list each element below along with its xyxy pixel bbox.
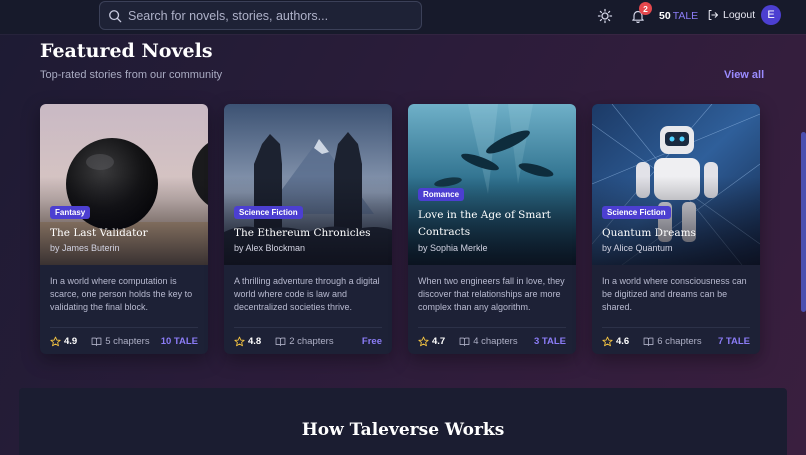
top-navigation-bar: 2 50TALE Logout E — [0, 0, 806, 34]
novel-chapters: 5 chapters — [91, 335, 150, 347]
novel-title: The Ethereum Chronicles — [234, 227, 371, 239]
rating-value: 4.6 — [616, 335, 630, 347]
star-icon — [50, 336, 61, 346]
novel-meta: 4.9 5 chapters 10 TALE — [50, 334, 198, 348]
logout-button[interactable]: Logout — [707, 9, 755, 21]
novel-price: 10 TALE — [160, 335, 198, 347]
novel-price: 3 TALE — [533, 335, 566, 347]
balance-unit: TALE — [672, 10, 699, 22]
card-divider — [50, 327, 198, 328]
novel-card[interactable]: Romance Love in the Age of Smart Contrac… — [408, 104, 576, 354]
notification-badge: 2 — [639, 2, 652, 15]
sun-icon[interactable] — [597, 8, 613, 24]
novel-description: In a world where computation is scarce, … — [50, 276, 193, 312]
chapters-count: 5 chapters — [105, 335, 150, 347]
how-it-works-section: How Taleverse Works — [19, 388, 787, 455]
novel-rating: 4.8 — [234, 336, 261, 347]
genre-badge: Science Fiction — [234, 206, 303, 219]
search-input[interactable] — [128, 8, 408, 23]
novel-meta: 4.8 2 chapters Free — [234, 334, 382, 348]
avatar[interactable]: E — [761, 5, 781, 25]
logout-label: Logout — [723, 9, 756, 21]
novel-title: Love in the Age of Smart Contracts — [418, 209, 551, 238]
star-icon — [602, 336, 613, 346]
card-divider — [234, 327, 382, 328]
book-icon — [459, 337, 470, 346]
tale-balance: 50 TALE — [659, 10, 698, 22]
star-icon — [418, 336, 429, 346]
rating-value: 4.9 — [64, 335, 78, 347]
chapters-count: 6 chapters — [657, 335, 702, 347]
novel-author: by James Buterin — [50, 243, 120, 253]
genre-badge: Romance — [418, 188, 465, 201]
novel-chapters: 2 chapters — [275, 335, 334, 347]
book-icon — [91, 337, 102, 346]
chapters-count: 4 chapters — [473, 335, 518, 347]
novel-chapters: 6 chapters — [643, 335, 702, 347]
novel-description: A thrilling adventure through a digital … — [234, 276, 380, 312]
chapters-count: 2 chapters — [289, 335, 334, 347]
novel-author: by Sophia Merkle — [418, 243, 488, 253]
novel-card[interactable]: Science Fiction Quantum Dreams by Alice … — [592, 104, 760, 354]
how-it-works-title: How Taleverse Works — [301, 420, 505, 440]
rating-value: 4.8 — [248, 335, 262, 347]
search-box[interactable] — [99, 1, 422, 30]
genre-badge: Science Fiction — [602, 206, 671, 219]
novel-meta: 4.6 6 chapters 7 TALE — [602, 334, 750, 348]
book-icon — [643, 337, 654, 346]
novel-description: When two engineers fall in love, they di… — [418, 276, 565, 312]
novel-meta: 4.7 4 chapters 3 TALE — [418, 334, 566, 348]
logout-icon — [708, 9, 719, 21]
novel-title: Quantum Dreams — [602, 227, 696, 239]
rating-value: 4.7 — [432, 335, 446, 347]
search-icon — [109, 9, 122, 22]
section-title: Featured Novels — [40, 40, 213, 62]
page-scrollbar[interactable] — [801, 132, 806, 312]
novel-author: by Alice Quantum — [602, 243, 673, 253]
novel-rating: 4.6 — [602, 336, 629, 347]
novel-rating: 4.9 — [50, 336, 77, 347]
novel-title: The Last Validator — [50, 227, 148, 239]
novel-card[interactable]: Science Fiction The Ethereum Chronicles … — [224, 104, 392, 354]
novel-rating: 4.7 — [418, 336, 445, 347]
novel-price: 7 TALE — [717, 335, 750, 347]
novel-author: by Alex Blockman — [234, 243, 306, 253]
balance-amount: 50 — [659, 10, 671, 22]
novel-description: In a world where consciousness can be di… — [602, 276, 747, 312]
book-icon — [275, 337, 286, 346]
card-divider — [418, 327, 566, 328]
view-all-link[interactable]: View all — [724, 69, 764, 81]
genre-badge: Fantasy — [50, 206, 91, 219]
novel-price: Free — [361, 335, 382, 347]
card-divider — [602, 327, 750, 328]
novel-card[interactable]: Fantasy The Last Validator by James Bute… — [40, 104, 208, 354]
star-icon — [234, 336, 245, 346]
section-subtitle: Top-rated stories from our community — [40, 69, 223, 81]
novel-chapters: 4 chapters — [459, 335, 518, 347]
